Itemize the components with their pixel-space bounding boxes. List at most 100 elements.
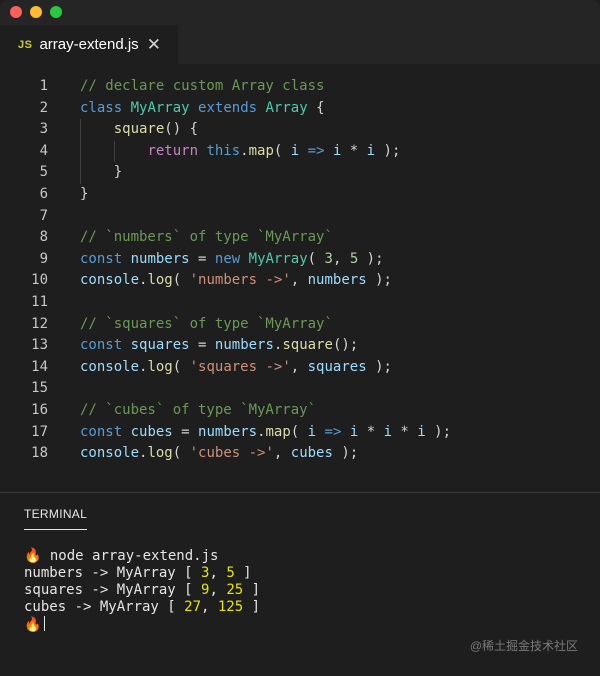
line-number: 2: [39, 99, 48, 116]
code-token: 'cubes ->': [189, 445, 274, 462]
terminal-text: ]: [234, 565, 252, 581]
code-token: i: [417, 423, 426, 440]
code-token: (: [172, 445, 190, 462]
code-token: *: [341, 142, 367, 159]
code-text: class MyArray extends Array {: [80, 98, 325, 120]
terminal-output[interactable]: 🔥 node array-extend.js numbers -> MyArray…: [24, 548, 260, 633]
code-token: }: [80, 185, 89, 202]
code-token: () {: [164, 121, 199, 138]
code-text: // declare custom Array class: [80, 76, 324, 98]
code-token: numbers: [198, 423, 258, 440]
minimize-window-button[interactable]: [30, 6, 42, 18]
code-text: console.log( 'cubes ->', cubes );: [80, 443, 358, 465]
fire-prompt-icon: 🔥: [24, 548, 42, 564]
code-token: class: [80, 99, 123, 116]
line-number: 4: [39, 142, 48, 159]
watermark: @稀土掘金技术社区: [469, 639, 578, 653]
fire-prompt-icon: 🔥: [24, 617, 42, 633]
terminal-line: 🔥: [24, 616, 260, 633]
code-token: );: [366, 358, 392, 375]
terminal-text: node array-extend.js: [41, 548, 219, 564]
code-token: new: [214, 250, 241, 267]
code-token: console: [80, 358, 140, 375]
code-token: // `numbers` of type `MyArray`: [80, 229, 333, 246]
code-token: // `cubes` of type `MyArray`: [80, 401, 317, 418]
code-token: MyArray: [130, 99, 190, 116]
terminal-text: cubes -> MyArray [: [24, 599, 185, 615]
code-token: (: [172, 358, 190, 375]
code-token: (: [307, 250, 325, 267]
code-token: console: [80, 445, 140, 462]
code-token: cubes: [290, 445, 333, 462]
terminal-line: numbers -> MyArray [ 3, 5 ]: [24, 565, 260, 582]
code-token: =>: [324, 423, 342, 440]
code-token: square: [113, 121, 165, 138]
tab-terminal[interactable]: TERMINAL: [24, 507, 87, 521]
code-token: =: [189, 337, 215, 354]
code-token: (: [273, 142, 291, 159]
terminal-text: 27: [184, 599, 202, 615]
terminal-line: squares -> MyArray [ 9, 25 ]: [24, 582, 260, 599]
code-token: MyArray: [248, 250, 308, 267]
code-token: console: [80, 272, 140, 289]
code-token: Array: [265, 99, 308, 116]
line-number: 5: [39, 164, 48, 181]
code-token: i: [349, 423, 359, 440]
code-text: console.log( 'squares ->', squares );: [80, 357, 392, 379]
terminal-text: ]: [243, 582, 261, 598]
code-token: =: [172, 423, 199, 440]
code-token: cubes: [130, 423, 173, 440]
code-token: log: [147, 445, 173, 462]
code-text: const squares = numbers.square();: [80, 335, 358, 357]
code-token: numbers: [307, 272, 367, 289]
code-token: const: [80, 337, 123, 354]
code-token: i: [307, 423, 317, 440]
terminal-text: squares -> MyArray [: [24, 582, 202, 598]
code-text: }: [80, 162, 122, 184]
line-number: 18: [31, 445, 48, 462]
code-editor[interactable]: 1 // declare custom Array class 2 class MyA…: [0, 64, 600, 492]
line-number: 16: [31, 401, 48, 418]
javascript-file-icon: JS: [18, 38, 33, 51]
code-token: numbers: [214, 337, 274, 354]
close-tab-icon[interactable]: ✕: [147, 36, 161, 53]
code-token: );: [358, 250, 384, 267]
close-window-button[interactable]: [10, 6, 22, 18]
code-token: map: [265, 423, 291, 440]
code-token: =: [189, 250, 215, 267]
code-token: ,: [290, 358, 308, 375]
line-number: 7: [39, 207, 48, 224]
code-token: log: [147, 358, 173, 375]
indent-guide: [114, 141, 115, 162]
code-token: ();: [332, 337, 359, 354]
code-token: return: [147, 142, 199, 159]
line-number: 10: [31, 272, 48, 289]
code-token: );: [366, 272, 392, 289]
line-number: 8: [39, 229, 48, 246]
window-controls: [10, 6, 62, 18]
terminal-text: 125: [217, 599, 244, 615]
code-token: map: [248, 142, 274, 159]
file-tab[interactable]: JS array-extend.js ✕: [0, 25, 178, 64]
code-token: i: [290, 142, 300, 159]
tab-active-indicator: [24, 529, 87, 530]
line-number: 15: [31, 380, 48, 397]
code-token: (: [290, 423, 308, 440]
code-text: return this.map( i => i * i );: [80, 141, 400, 163]
code-token: const: [80, 423, 123, 440]
maximize-window-button[interactable]: [50, 6, 62, 18]
code-token: squares: [307, 358, 367, 375]
line-number: 1: [39, 78, 48, 94]
line-number: 17: [31, 423, 48, 440]
terminal-text: ,: [209, 582, 227, 598]
code-token: (: [172, 272, 190, 289]
